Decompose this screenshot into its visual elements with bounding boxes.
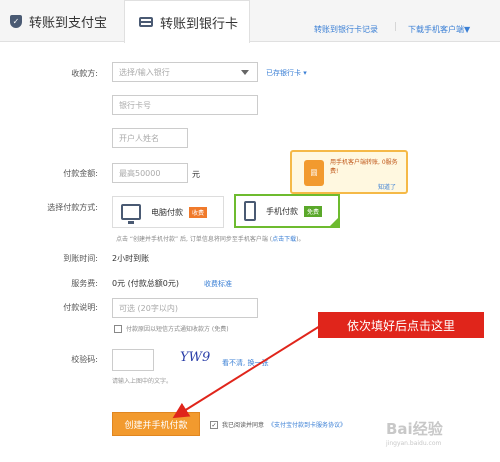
amount-placeholder: 最高50000 [119, 168, 161, 178]
sms-notify-option[interactable]: 付款原因以短信方式通知收款方 (免费) [114, 324, 229, 333]
phone-icon: 圆 [304, 160, 324, 186]
amount-label: 付款金额: [63, 169, 98, 178]
service-fee-label: 服务费: [71, 279, 98, 288]
create-and-pay-by-mobile-button[interactable]: 创建并手机付款 [112, 412, 200, 436]
card-number-input[interactable]: 银行卡号 [112, 95, 258, 115]
mobile-promo-tooltip: 圆 用手机客户端转账, 0服务费! 知道了 [290, 150, 408, 194]
captcha-refresh-link[interactable]: 看不清, 换一张 [222, 358, 268, 368]
download-mobile-client-link[interactable]: 下载手机客户端▼ [408, 24, 470, 35]
arrival-time-label: 到账时间: [63, 254, 98, 263]
mobile-phone-icon [244, 201, 256, 221]
agreement-option[interactable]: ✓ 我已阅读并同意 《支付宝付款到卡服务协议》 [210, 420, 346, 429]
tab-transfer-to-bank[interactable]: 转账到银行卡 [124, 0, 250, 43]
tab-transfer-to-alipay-label: 转账到支付宝 [29, 15, 108, 31]
captcha-image[interactable]: YW9 [180, 350, 218, 372]
baidu-watermark: Bai经验 [386, 420, 443, 438]
divider: | [394, 22, 398, 32]
bank-card-icon [139, 17, 153, 27]
chevron-down-icon [241, 70, 249, 75]
download-client-link[interactable]: 点击下载 [272, 236, 296, 243]
selected-check-icon [329, 217, 339, 227]
captcha-label: 校验码: [71, 355, 98, 364]
agreement-link[interactable]: 《支付宝付款到卡服务协议》 [268, 420, 346, 429]
payment-method-hint-end: )。 [296, 236, 305, 243]
payment-note-label: 付款说明: [63, 303, 98, 312]
arrival-time-value: 2小时到账 [112, 254, 150, 263]
fee-standard-link[interactable]: 收费标准 [204, 279, 232, 289]
instruction-callout: 依次填好后点击这里 [318, 312, 484, 338]
bank-select-value: 选择/输入银行 [119, 67, 170, 77]
payment-method-hint: 点击 “创建并手机付款” 后, 订单信息将同步至手机客户端 (点击下载)。 [116, 234, 304, 243]
tab-transfer-to-alipay[interactable]: ✓ 转账到支付宝 [10, 0, 120, 42]
bank-select[interactable]: 选择/输入银行 [112, 62, 258, 82]
monitor-icon [121, 204, 141, 224]
tooltip-text: 用手机客户端转账, 0服务费! [330, 159, 398, 175]
mobile-payment-label: 手机付款 [266, 206, 298, 216]
bank-transfer-records-link[interactable]: 转账到银行卡记录 [314, 24, 378, 35]
payment-note-input[interactable]: 可选 (20字以内) [112, 298, 258, 318]
payee-label: 收款方: [71, 69, 98, 78]
sms-notify-checkbox[interactable] [114, 324, 122, 333]
service-fee-value: 0元 (付款总额0元) [112, 279, 179, 288]
payment-method-hint-text: 点击 “创建并手机付款” 后, 订单信息将同步至手机客户端 ( [116, 236, 273, 243]
captcha-hint: 请输入上图中的文字。 [112, 378, 173, 385]
card-number-placeholder: 银行卡号 [119, 100, 151, 110]
payment-note-placeholder: 可选 (20字以内) [119, 303, 178, 313]
free-badge: 免费 [304, 205, 323, 217]
shield-icon: ✓ [10, 14, 22, 28]
sms-notify-text: 付款原因以短信方式通知收款方 (免费) [126, 326, 229, 333]
captcha-input[interactable] [112, 349, 154, 371]
fee-badge: 收费 [189, 206, 208, 218]
agreement-checkbox[interactable]: ✓ [210, 420, 218, 429]
pc-payment-label: 电脑付款 [151, 207, 183, 217]
account-name-input[interactable]: 开户人姓名 [112, 128, 188, 148]
payment-method-label: 选择付款方式: [47, 203, 98, 212]
tab-transfer-to-bank-label: 转账到银行卡 [160, 16, 239, 32]
amount-input[interactable]: 最高50000 [112, 163, 188, 183]
agreement-text: 我已阅读并同意 [222, 422, 265, 429]
account-name-placeholder: 开户人姓名 [119, 133, 159, 143]
amount-unit: 元 [192, 170, 200, 179]
saved-cards-link[interactable]: 已存银行卡 ▾ [266, 68, 307, 78]
pc-payment-option[interactable]: 电脑付款 收费 [112, 196, 224, 228]
tooltip-dismiss-link[interactable]: 知道了 [378, 182, 396, 191]
baidu-watermark-url: jingyan.baidu.com [386, 440, 442, 447]
mobile-payment-option[interactable]: 手机付款 免费 [234, 194, 340, 228]
